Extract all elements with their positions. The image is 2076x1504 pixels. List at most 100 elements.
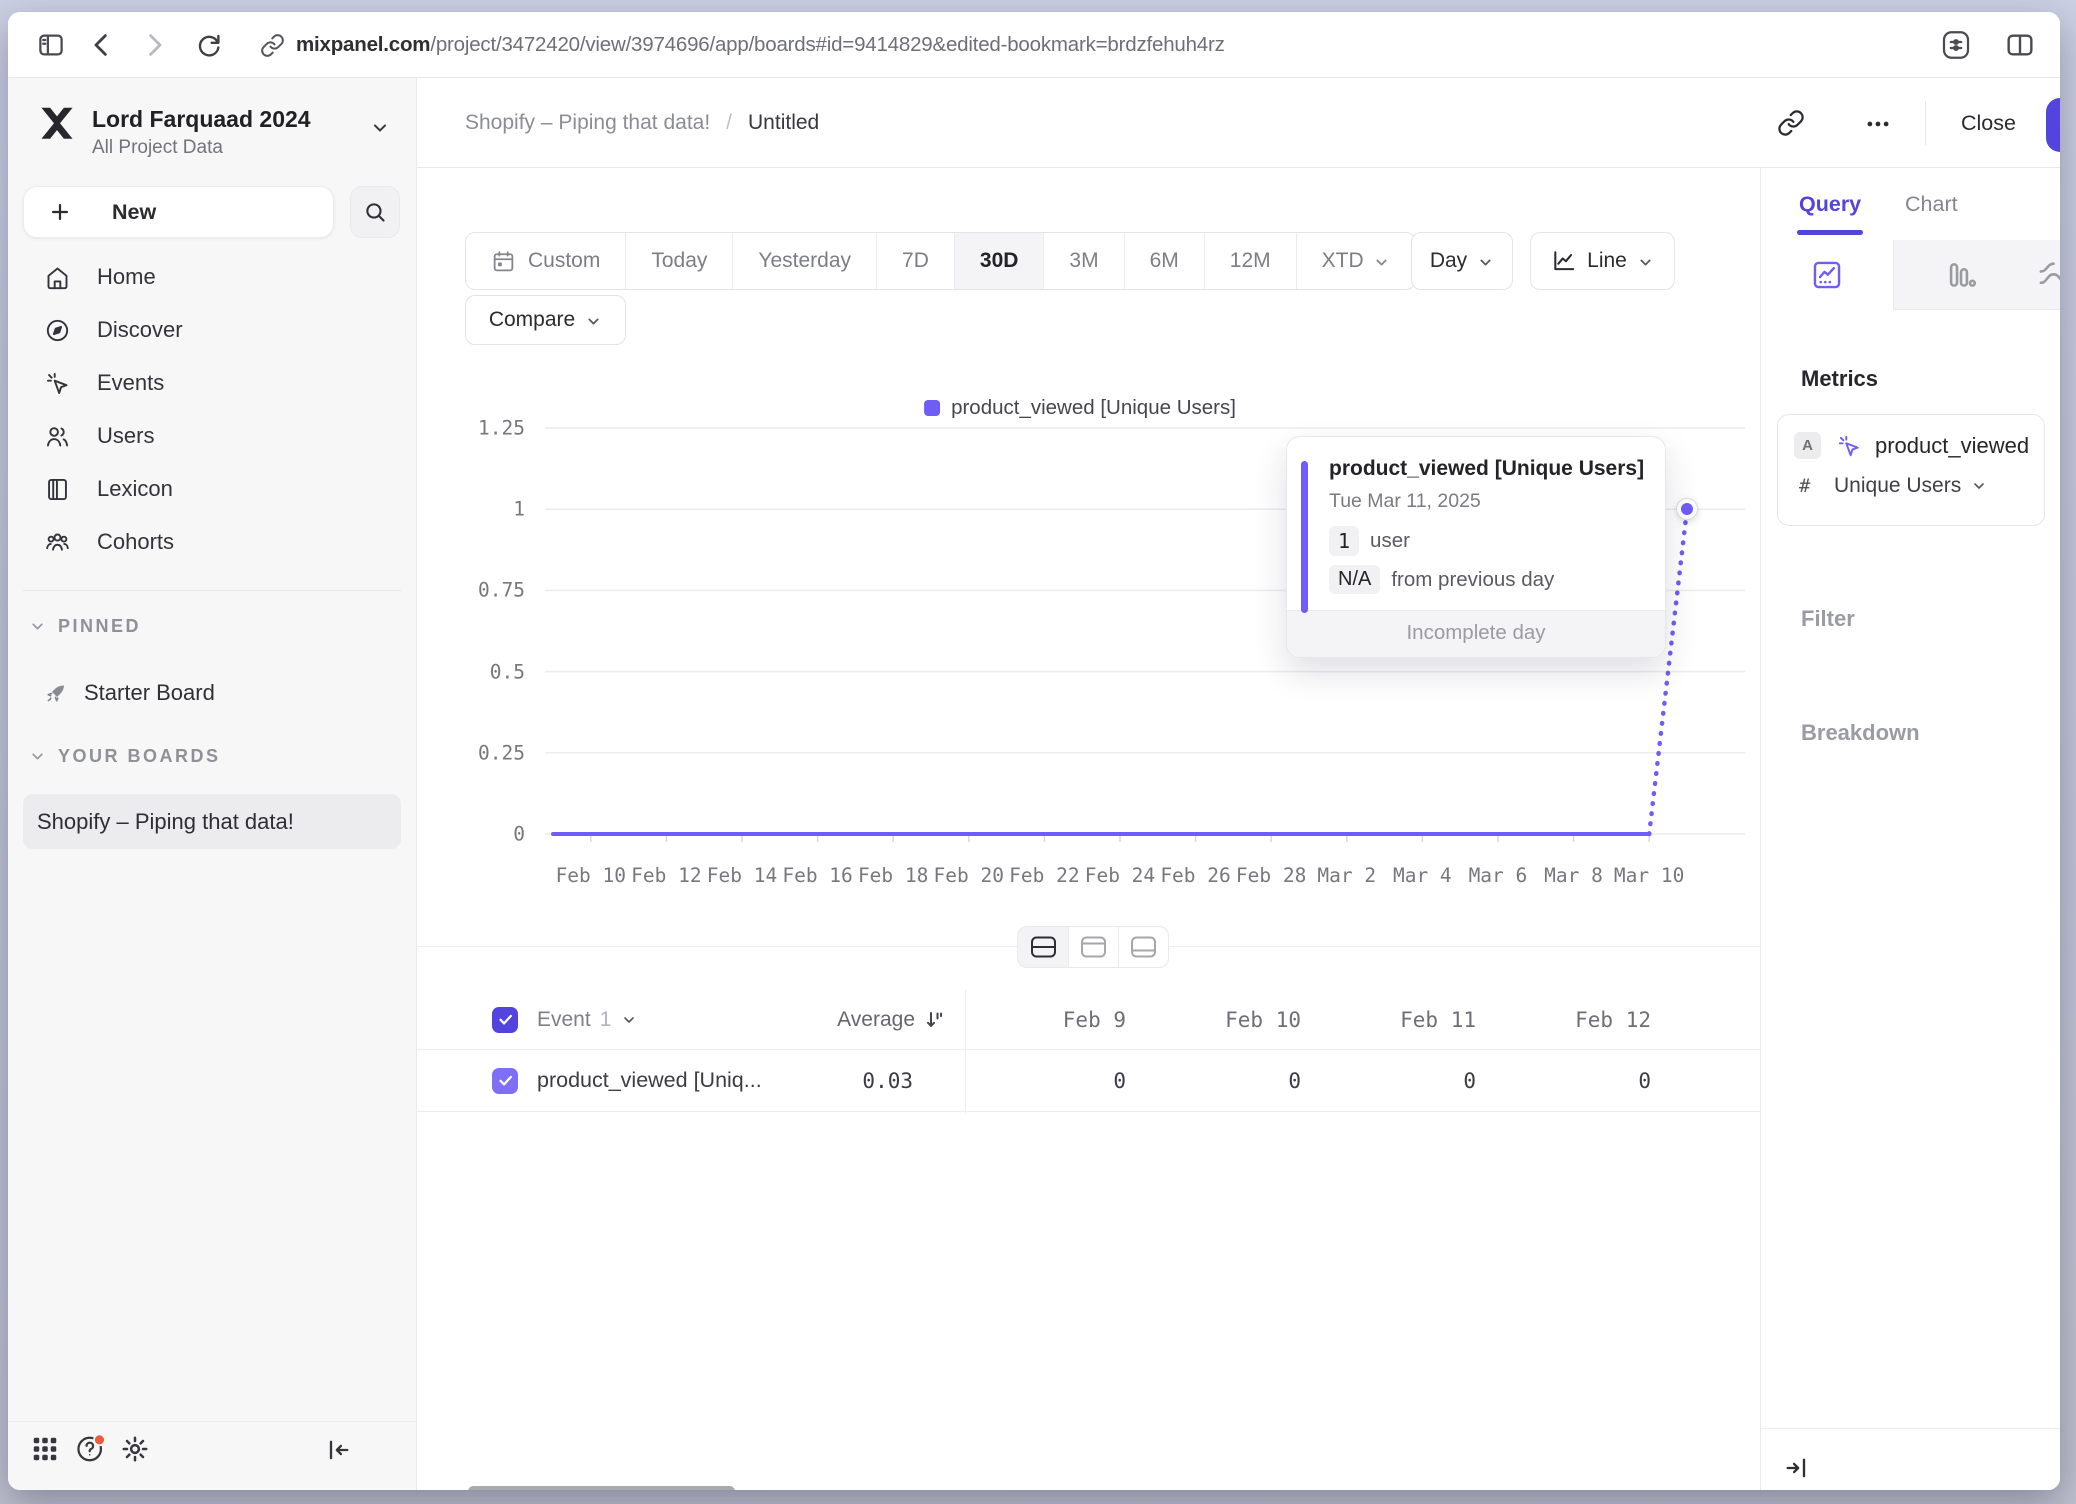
save-button-clipped[interactable]: [2046, 98, 2060, 152]
browser-split-view-icon[interactable]: [2004, 29, 2036, 61]
sidebar-item-starter-board[interactable]: Starter Board: [23, 670, 403, 716]
legend-swatch: [924, 400, 940, 416]
y-axis-tick: 0.75: [417, 579, 525, 602]
range-30d-active[interactable]: 30D: [954, 233, 1044, 289]
results-table: Event 1 Average Feb 9 Feb 10: [417, 990, 1760, 1112]
sidebar-board-item-active[interactable]: Shopify – Piping that data!: [23, 794, 401, 849]
browser-toolbar: mixpanel.com/project/3472420/view/397469…: [8, 12, 2060, 78]
compass-icon: [44, 317, 71, 344]
workspace-switcher[interactable]: Lord Farquaad 2024 All Project Data: [92, 106, 386, 166]
x-axis-tick: Feb 14: [704, 864, 780, 887]
range-today[interactable]: Today: [625, 233, 732, 289]
browser-window: mixpanel.com/project/3472420/view/397469…: [8, 12, 2060, 1490]
legend-label: product_viewed [Unique Users]: [951, 396, 1236, 420]
active-tab-underline: [1797, 230, 1863, 235]
lexicon-icon: [44, 476, 71, 503]
search-icon: [363, 200, 388, 225]
bottom-layout-icon: [1130, 936, 1157, 958]
tooltip-date: Tue Mar 11, 2025: [1329, 490, 1645, 513]
layout-chart-only-button[interactable]: [1068, 927, 1118, 967]
more-options-icon[interactable]: [1865, 111, 1891, 137]
browser-reload-icon[interactable]: [194, 30, 224, 60]
header-divider: [1925, 101, 1926, 145]
range-3m[interactable]: 3M: [1043, 233, 1123, 289]
date-range-selector: Custom Today Yesterday 7D 30D 3M 6M 12M …: [465, 232, 1416, 290]
range-6m[interactable]: 6M: [1124, 233, 1204, 289]
sidebar-item-discover[interactable]: Discover: [23, 306, 403, 354]
range-xtd[interactable]: XTD: [1296, 233, 1415, 289]
chart-style-dropdown[interactable]: Line: [1530, 232, 1675, 290]
layout-table-only-button[interactable]: [1118, 927, 1168, 967]
browser-sidebar-toggle-icon[interactable]: [36, 30, 66, 60]
range-yesterday[interactable]: Yesterday: [732, 233, 876, 289]
row-cell-value: 0: [965, 1069, 1140, 1093]
date-column-header: Feb 9: [965, 1008, 1140, 1032]
new-button-label: New: [112, 200, 156, 225]
chevron-down-icon: [29, 748, 46, 765]
address-bar[interactable]: mixpanel.com/project/3472420/view/397469…: [296, 12, 1225, 78]
tooltip-title: product_viewed [Unique Users]: [1329, 457, 1645, 481]
x-axis-ticks: Feb 10 Feb 12 Feb 14 Feb 16 Feb 18 Feb 2…: [553, 864, 1687, 887]
range-12m[interactable]: 12M: [1204, 233, 1296, 289]
help-icon[interactable]: [74, 1432, 108, 1466]
breadcrumb-page-title[interactable]: Untitled: [748, 111, 819, 135]
settings-gear-icon[interactable]: [120, 1434, 150, 1464]
workspace-chevron-down-icon[interactable]: [370, 118, 390, 138]
collapse-sidebar-icon[interactable]: [324, 1436, 352, 1464]
layout-split-button[interactable]: [1018, 927, 1068, 967]
event-dropdown-chevron-icon[interactable]: [621, 1012, 637, 1028]
compare-dropdown[interactable]: Compare: [465, 295, 626, 345]
sidebar-item-events[interactable]: Events: [23, 359, 403, 407]
row-checkbox[interactable]: [492, 1068, 518, 1094]
chart-legend[interactable]: product_viewed [Unique Users]: [924, 396, 1236, 420]
workspace-subtitle: All Project Data: [92, 137, 386, 159]
breadcrumb-board-link[interactable]: Shopify – Piping that data!: [465, 111, 710, 135]
sort-icon[interactable]: [923, 1008, 947, 1032]
horizontal-scrollbar[interactable]: [468, 1486, 735, 1490]
aggregation-dropdown[interactable]: # Unique Users: [1778, 459, 2044, 498]
report-type-insights-active[interactable]: [1761, 240, 1894, 310]
workspace-name: Lord Farquaad 2024: [92, 106, 386, 133]
pinned-section-toggle[interactable]: PINNED: [29, 616, 141, 637]
chevron-down-icon: [29, 618, 46, 635]
metric-card[interactable]: A product_viewed # Unique Users: [1777, 414, 2045, 526]
sidebar-item-home[interactable]: Home: [23, 253, 403, 301]
browser-page-settings-icon[interactable]: [1938, 27, 1974, 63]
copy-link-icon[interactable]: [1777, 109, 1805, 137]
layout-toggle-group: [1017, 926, 1169, 968]
close-button[interactable]: Close: [1961, 78, 2016, 168]
line-chart-icon: [1551, 248, 1577, 274]
select-all-checkbox[interactable]: [492, 1007, 518, 1033]
sidebar-item-label: Cohorts: [97, 529, 174, 555]
pinned-section-label: PINNED: [58, 616, 141, 637]
sidebar-item-users[interactable]: Users: [23, 412, 403, 460]
sidebar-item-lexicon[interactable]: Lexicon: [23, 465, 403, 513]
report-type-flows-clipped[interactable]: [2027, 240, 2060, 310]
row-series-name: product_viewed [Uniq...: [537, 1068, 762, 1093]
tooltip-footer: Incomplete day: [1287, 610, 1665, 657]
range-7d[interactable]: 7D: [876, 233, 954, 289]
search-button[interactable]: [350, 186, 400, 238]
your-boards-section-toggle[interactable]: YOUR BOARDS: [29, 746, 221, 767]
metric-aggregation-value: Unique Users: [1834, 474, 1961, 498]
tab-chart[interactable]: Chart: [1905, 192, 1958, 217]
collapse-panel-icon[interactable]: [1783, 1454, 1811, 1482]
desktop-background: mixpanel.com/project/3472420/view/397469…: [0, 0, 2076, 1504]
starter-board-icon: [44, 681, 68, 705]
report-type-tabs: [1761, 240, 2060, 310]
granularity-dropdown[interactable]: Day: [1411, 232, 1513, 290]
table-row[interactable]: product_viewed [Uniq... 0.03 0 0 0 0: [417, 1050, 1760, 1112]
sidebar-item-cohorts[interactable]: Cohorts: [23, 518, 403, 566]
app-launcher-grid-icon[interactable]: [30, 1434, 60, 1464]
browser-back-icon[interactable]: [86, 30, 116, 60]
chart-tooltip: product_viewed [Unique Users] Tue Mar 11…: [1286, 436, 1666, 658]
tooltip-unit: user: [1370, 529, 1410, 553]
range-custom[interactable]: Custom: [466, 233, 625, 289]
breadcrumb: Shopify – Piping that data! / Untitled: [465, 78, 819, 168]
x-axis-tick: Mar 8: [1536, 864, 1612, 887]
data-point-mar-11[interactable]: [1677, 499, 1697, 519]
report-type-funnels[interactable]: [1894, 240, 2027, 310]
tab-query[interactable]: Query: [1799, 192, 1861, 217]
new-button[interactable]: New: [23, 186, 334, 238]
browser-forward-icon[interactable]: [140, 30, 170, 60]
